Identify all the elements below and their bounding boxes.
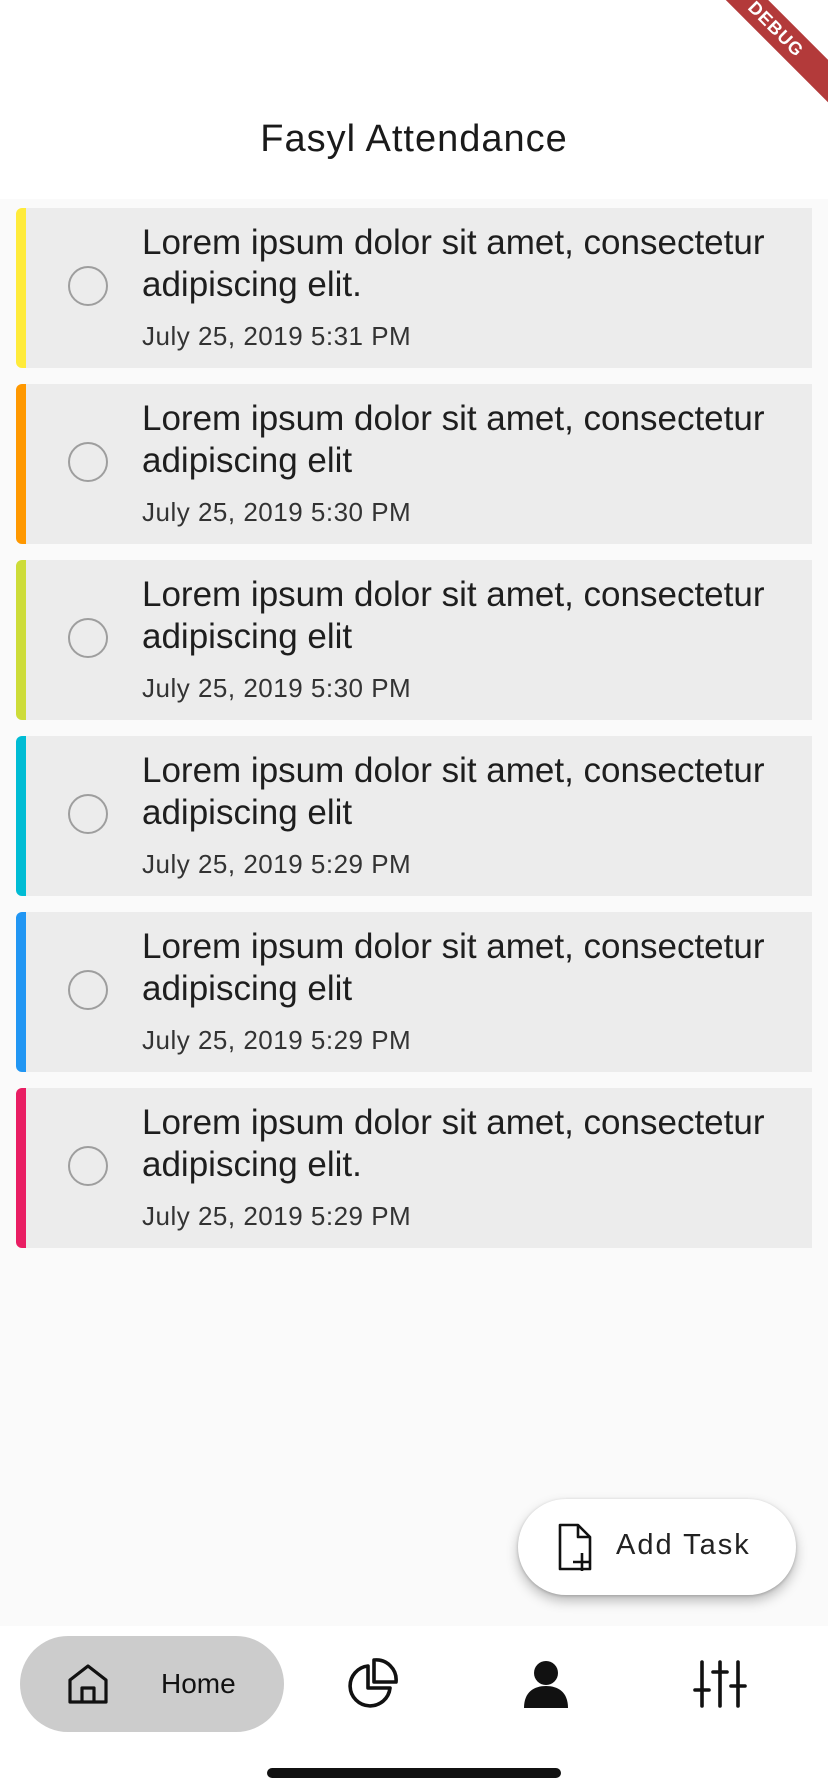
task-checkbox[interactable] [68,266,108,306]
task-item[interactable]: Lorem ipsum dolor sit amet, consectetur … [16,912,812,1072]
nav-item-home[interactable]: Home [20,1636,284,1732]
task-item[interactable]: Lorem ipsum dolor sit amet, consectetur … [16,1088,812,1248]
home-icon [68,1664,108,1704]
task-date: July 25, 2019 5:31 PM [142,321,412,351]
home-indicator [267,1768,561,1778]
page-title: Fasyl Attendance [260,118,568,160]
task-date: July 25, 2019 5:30 PM [142,673,412,703]
sliders-icon[interactable] [692,1656,748,1712]
app-bar: Fasyl Attendance DEBUG [0,0,828,199]
task-title: Lorem ipsum dolor sit amet, consectetur … [142,399,765,480]
task-list: Lorem ipsum dolor sit amet, consectetur … [16,208,812,1264]
task-item[interactable]: Lorem ipsum dolor sit amet, consectetur … [16,384,812,544]
add-task-label: Add Task [616,1529,751,1561]
person-icon[interactable] [518,1656,574,1712]
task-title: Lorem ipsum dolor sit amet, consectetur … [142,927,765,1008]
nav-item-label: Home [161,1668,236,1699]
task-date: July 25, 2019 5:30 PM [142,497,412,527]
add-task-button[interactable]: Add Task [518,1499,796,1595]
task-title: Lorem ipsum dolor sit amet, consectetur … [142,575,765,656]
task-checkbox[interactable] [68,442,108,482]
task-item[interactable]: Lorem ipsum dolor sit amet, consectetur … [16,208,812,368]
task-title: Lorem ipsum dolor sit amet, consectetur … [142,1103,765,1184]
task-date: July 25, 2019 5:29 PM [142,1201,412,1231]
task-checkbox[interactable] [68,1146,108,1186]
task-date: July 25, 2019 5:29 PM [142,849,412,879]
task-item[interactable]: Lorem ipsum dolor sit amet, consectetur … [16,560,812,720]
task-checkbox[interactable] [68,794,108,834]
task-checkbox[interactable] [68,970,108,1010]
add-file-icon [558,1523,592,1571]
pie-chart-icon[interactable] [344,1656,400,1712]
task-item[interactable]: Lorem ipsum dolor sit amet, consectetur … [16,736,812,896]
task-title: Lorem ipsum dolor sit amet, consectetur … [142,223,765,304]
task-checkbox[interactable] [68,618,108,658]
task-title: Lorem ipsum dolor sit amet, consectetur … [142,751,765,832]
debug-banner: DEBUG [694,0,828,111]
task-date: July 25, 2019 5:29 PM [142,1025,412,1055]
